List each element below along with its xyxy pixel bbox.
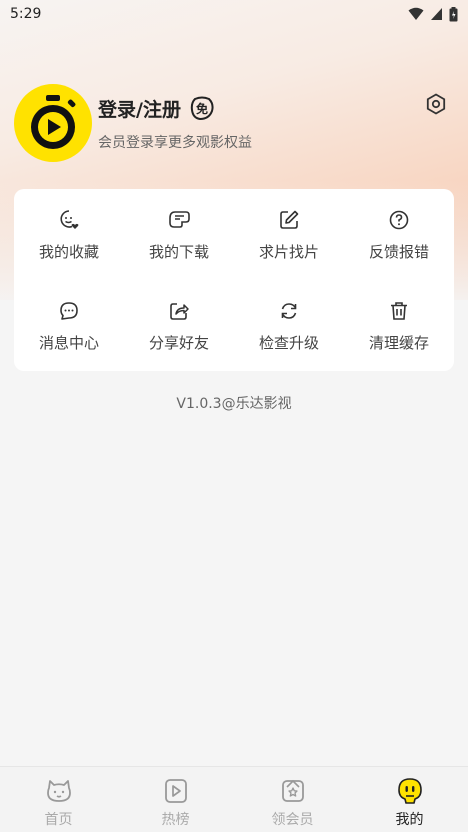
menu-label: 检查升级 [258,334,319,352]
battery-icon [449,6,458,21]
free-badge-text: 免 [196,101,208,116]
tab-vip[interactable]: 领会员 [234,767,351,832]
menu-item-update[interactable]: 检查升级 [234,280,344,371]
login-row[interactable]: 登录/注册 免 [98,95,252,122]
profile-text: 登录/注册 免 会员登录享更多观影权益 [98,95,252,152]
menu-item-share[interactable]: 分享好友 [124,280,234,371]
app-logo-icon [31,95,76,149]
menu-label: 求片找片 [258,243,319,261]
menu-card: 我的收藏 我的下载 求片找片 反馈报错 消息中心 分享好友 检查升级 清理缓存 [14,189,454,371]
status-icons [408,6,458,22]
home-icon [46,780,71,802]
menu-label: 清理缓存 [368,334,429,352]
menu-label: 反馈报错 [368,243,429,261]
profile-section[interactable]: 登录/注册 免 会员登录享更多观影权益 [14,84,252,162]
menu-item-downloads[interactable]: 我的下载 [124,189,234,280]
tab-label: 热榜 [161,812,190,828]
status-bar: 5:29 [0,0,468,28]
menu-label: 我的下载 [148,243,209,261]
menu-item-messages[interactable]: 消息中心 [14,280,124,371]
menu-item-request[interactable]: 求片找片 [234,189,344,280]
free-badge-icon: 免 [190,96,214,121]
vip-icon [281,779,304,802]
avatar[interactable] [14,84,92,162]
menu-item-favorites[interactable]: 我的收藏 [14,189,124,280]
menu-item-clear-cache[interactable]: 清理缓存 [344,280,454,371]
login-register-link[interactable]: 登录/注册 [98,95,181,122]
menu-label: 消息中心 [38,334,99,352]
version-text: V1.0.3@乐达影视 [176,396,292,412]
refresh-icon [281,303,297,319]
download-icon [169,211,190,228]
trash-icon [391,302,407,320]
share-icon [170,303,189,320]
menu-label: 分享好友 [148,334,209,352]
bottom-tab-bar: 首页 热榜 领会员 我的 [0,766,468,832]
favorites-icon [60,210,79,229]
tab-hot-list[interactable]: 热榜 [117,767,234,832]
wifi-icon [408,7,424,20]
tab-label: 领会员 [271,812,314,828]
settings-hexagon-icon[interactable] [424,92,448,116]
tab-mine[interactable]: 我的 [351,767,468,832]
tab-home[interactable]: 首页 [0,767,117,832]
question-icon [389,210,409,230]
tab-label: 首页 [44,812,73,828]
hot-list-icon [164,779,187,803]
tab-label: 我的 [395,812,424,828]
status-time: 5:29 [10,6,42,22]
mine-icon [397,778,422,804]
menu-item-feedback[interactable]: 反馈报错 [344,189,454,280]
message-icon [60,302,78,320]
signal-icon [431,8,442,20]
edit-icon [280,210,299,229]
login-subtitle: 会员登录享更多观影权益 [98,134,252,151]
menu-label: 我的收藏 [38,243,99,261]
